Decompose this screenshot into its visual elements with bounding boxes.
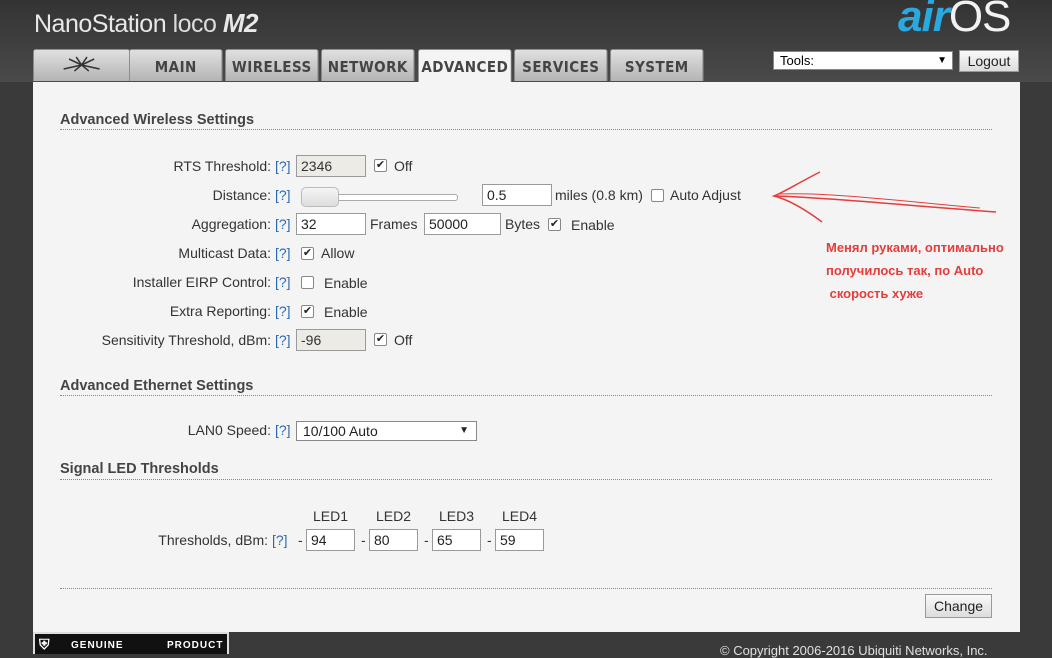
logout-button[interactable]: Logout xyxy=(959,50,1019,72)
led3-header: LED3 xyxy=(439,508,475,524)
tab-network[interactable]: NETWORK xyxy=(321,49,415,81)
aggregation-bytes-input[interactable]: 50000 xyxy=(424,213,501,235)
sensitivity-input[interactable]: -96 xyxy=(296,329,366,351)
led2-dash: - xyxy=(361,532,366,548)
led2-threshold-input[interactable]: 80 xyxy=(369,529,418,551)
section-divider xyxy=(60,395,992,396)
genuine-product-badge: ⛨ GENUINE PRODUCT xyxy=(33,632,229,654)
led1-header: LED1 xyxy=(313,508,349,524)
aggregation-enable-checkbox[interactable]: ✔ xyxy=(548,218,561,231)
led3-threshold-input[interactable]: 65 xyxy=(432,529,481,551)
lan0-speed-select[interactable]: 10/100 Auto ▼ xyxy=(296,421,477,441)
tab-system[interactable]: SYSTEM xyxy=(610,49,704,81)
thresholds-help-link[interactable]: [?] xyxy=(272,532,288,548)
led4-header: LED4 xyxy=(502,508,538,524)
ethernet-section-title: Advanced Ethernet Settings xyxy=(60,378,254,394)
annotation-line: скорость хуже xyxy=(826,286,924,301)
distance-label: Distance: xyxy=(212,187,271,203)
tools-select-value: Tools: xyxy=(780,53,814,68)
sensitivity-label: Sensitivity Threshold, dBm: xyxy=(101,332,271,348)
rts-threshold-input[interactable]: 2346 xyxy=(296,155,366,177)
airos-os: OS xyxy=(948,0,1012,41)
ubiquiti-logo-icon xyxy=(63,56,100,72)
thresholds-label: Thresholds, dBm: xyxy=(158,532,268,548)
multicast-allow-checkbox[interactable]: ✔ xyxy=(301,247,314,260)
annotation-line: Менял руками, оптимально xyxy=(826,240,1004,255)
product-text: PRODUCT xyxy=(167,640,224,651)
led4-threshold-input[interactable]: 59 xyxy=(495,529,544,551)
aggregation-label: Aggregation: xyxy=(191,216,271,232)
extra-reporting-label: Extra Reporting: xyxy=(169,303,271,319)
annotation-note: Менял руками, оптимально получилось так,… xyxy=(826,236,1004,305)
annotation-line: получилось так, по Auto xyxy=(826,263,984,278)
led4-dash: - xyxy=(487,532,492,548)
frames-label: Frames xyxy=(370,216,418,232)
rts-off-checkbox[interactable]: ✔ xyxy=(374,159,387,172)
eirp-label: Installer EIRP Control: xyxy=(132,274,271,290)
auto-adjust-label: Auto Adjust xyxy=(670,187,741,203)
distance-units: miles (0.8 km) xyxy=(555,187,643,203)
led-section-title: Signal LED Thresholds xyxy=(60,461,219,477)
copyright-text: © Copyright 2006-2016 Ubiquiti Networks,… xyxy=(720,643,988,658)
dropdown-arrow-icon: ▼ xyxy=(937,55,947,66)
annotation-arrow-icon xyxy=(771,171,997,223)
sensitivity-help-link[interactable]: [?] xyxy=(275,332,291,348)
shield-icon: ⛨ xyxy=(39,636,51,652)
lan0-help-link[interactable]: [?] xyxy=(275,422,291,438)
sensitivity-off-checkbox[interactable]: ✔ xyxy=(374,333,387,346)
tools-select[interactable]: Tools: ▼ xyxy=(773,51,953,70)
led3-dash: - xyxy=(424,532,429,548)
lan0-speed-value: 10/100 Auto xyxy=(303,423,378,439)
brand-name: NanoStation xyxy=(34,10,167,38)
section-divider xyxy=(60,479,992,480)
distance-slider-handle[interactable] xyxy=(301,187,339,207)
multicast-label: Multicast Data: xyxy=(178,245,271,261)
brand-model: M2 xyxy=(222,8,259,38)
multicast-allow-label: Allow xyxy=(321,245,355,261)
airos-logo: airOS xyxy=(898,0,1012,42)
aggregation-frames-input[interactable]: 32 xyxy=(296,213,366,235)
extra-reporting-checkbox[interactable]: ✔ xyxy=(301,305,314,318)
distance-help-link[interactable]: [?] xyxy=(275,187,291,203)
led1-threshold-input[interactable]: 94 xyxy=(306,529,355,551)
multicast-help-link[interactable]: [?] xyxy=(275,245,291,261)
rts-help-link[interactable]: [?] xyxy=(275,158,291,174)
aggregation-help-link[interactable]: [?] xyxy=(275,216,291,232)
sensitivity-off-label: Off xyxy=(394,332,413,348)
tab-wireless[interactable]: WIRELESS xyxy=(225,49,319,81)
tab-advanced[interactable]: ADVANCED xyxy=(418,49,512,83)
distance-input[interactable]: 0.5 xyxy=(482,184,552,206)
dropdown-arrow-icon: ▼ xyxy=(459,425,469,436)
header-bar: NanoStation loco M2 airOS MAIN WIRELESS … xyxy=(0,0,1052,83)
genuine-text: GENUINE xyxy=(71,640,124,651)
brand-loco: loco xyxy=(172,10,217,38)
eirp-help-link[interactable]: [?] xyxy=(275,274,291,290)
led1-dash: - xyxy=(298,532,303,548)
airos-air: air xyxy=(898,0,950,41)
extra-reporting-enable-label: Enable xyxy=(324,304,368,320)
product-logo: NanoStation loco M2 xyxy=(34,8,259,39)
rts-threshold-label: RTS Threshold: xyxy=(173,158,271,174)
rts-off-label: Off xyxy=(394,158,413,174)
auto-adjust-checkbox[interactable] xyxy=(651,189,664,202)
led2-header: LED2 xyxy=(376,508,412,524)
section-divider xyxy=(60,588,992,589)
bytes-label: Bytes xyxy=(505,216,541,232)
wireless-section-title: Advanced Wireless Settings xyxy=(60,112,255,128)
tab-main[interactable]: MAIN xyxy=(129,49,223,81)
advanced-panel: Advanced Wireless Settings RTS Threshold… xyxy=(33,82,1020,632)
extra-reporting-help-link[interactable]: [?] xyxy=(275,303,291,319)
aggregation-enable-label: Enable xyxy=(571,217,615,233)
section-divider xyxy=(60,129,992,130)
tab-ubnt-logo[interactable] xyxy=(33,49,131,81)
change-button[interactable]: Change xyxy=(925,594,992,618)
eirp-enable-label: Enable xyxy=(324,275,368,291)
tab-services[interactable]: SERVICES xyxy=(514,49,608,81)
eirp-enable-checkbox[interactable] xyxy=(301,276,314,289)
lan0-speed-label: LAN0 Speed: xyxy=(187,422,271,438)
